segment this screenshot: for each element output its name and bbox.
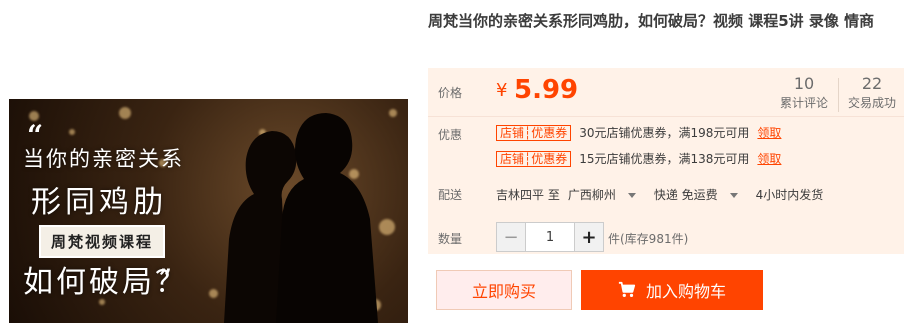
promo-label: 优惠 — [438, 128, 463, 142]
chevron-down-icon — [627, 193, 636, 198]
reviews-stat[interactable]: 10 累计评论 — [772, 74, 836, 111]
price-value: 5.99 — [514, 75, 579, 105]
reviews-count: 10 — [793, 74, 815, 93]
quantity-input[interactable] — [525, 223, 575, 251]
coupon-text: 15元店铺优惠券，满138元可用 — [579, 152, 750, 166]
delivery-destination-select[interactable]: 广西柳州 — [568, 186, 646, 203]
chevron-down-icon — [729, 193, 738, 198]
delivery-label: 配送 — [438, 188, 463, 202]
image-text-line1: 当你的亲密关系 — [23, 147, 184, 171]
add-to-cart-button[interactable]: 加入购物车 — [581, 270, 763, 310]
product-image[interactable]: “ 当你的亲密关系 形同鸡肋 周梵视频课程 如何破局？ ” — [9, 99, 408, 323]
stock-info: 件(库存981件) — [608, 232, 689, 246]
coupon-badge: 店铺┆优惠券 — [496, 124, 572, 141]
sales-label: 交易成功 — [847, 96, 896, 110]
price-currency: ¥ — [496, 80, 508, 101]
stat-divider — [838, 78, 839, 112]
quantity-stepper: − + — [496, 222, 604, 252]
buy-now-button[interactable]: 立即购买 — [436, 270, 572, 310]
buy-now-label: 立即购买 — [471, 282, 536, 301]
sales-count: 22 — [861, 74, 883, 93]
delivery-destination: 广西柳州 — [567, 188, 616, 202]
quantity-label: 数量 — [438, 232, 463, 246]
coupon-row: 店铺┆优惠券 30元店铺优惠券，满198元可用 领取 — [496, 124, 781, 141]
quantity-decrease-button[interactable]: − — [497, 223, 525, 251]
image-text-line2: 形同鸡肋 — [31, 185, 167, 220]
coupon-badge: 店铺┆优惠券 — [496, 150, 572, 167]
shipping-select[interactable]: 快递 免运费 — [654, 186, 748, 203]
coupon-row: 店铺┆优惠券 15元店铺优惠券，满138元可用 领取 — [496, 150, 781, 167]
dispatch-time: 4小时内发货 — [755, 188, 824, 202]
product-title: 周梵当你的亲密关系形同鸡肋，如何破局？视频 课程5讲 录像 情商 — [428, 12, 875, 30]
price-label: 价格 — [438, 86, 463, 100]
sales-stat: 22 交易成功 — [840, 74, 904, 111]
coupon-claim-link[interactable]: 领取 — [757, 124, 781, 141]
couple-silhouette — [224, 113, 378, 323]
quote-close-glyph: ” — [159, 265, 172, 291]
coupon-text: 30元店铺优惠券，满198元可用 — [579, 126, 750, 140]
quantity-increase-button[interactable]: + — [575, 223, 603, 251]
add-to-cart-label: 加入购物车 — [645, 282, 726, 301]
reviews-label: 累计评论 — [779, 96, 828, 110]
shipping-method: 快递 免运费 — [653, 188, 718, 202]
coupon-claim-link[interactable]: 领取 — [757, 150, 781, 167]
image-course-tag: 周梵视频课程 — [39, 225, 166, 258]
divider — [428, 116, 904, 117]
shopping-cart-icon — [618, 281, 636, 298]
delivery-origin: 吉林四平 至 — [496, 188, 560, 202]
delivery-row: 吉林四平 至 广西柳州 快递 免运费 4小时内发货 — [496, 186, 831, 203]
